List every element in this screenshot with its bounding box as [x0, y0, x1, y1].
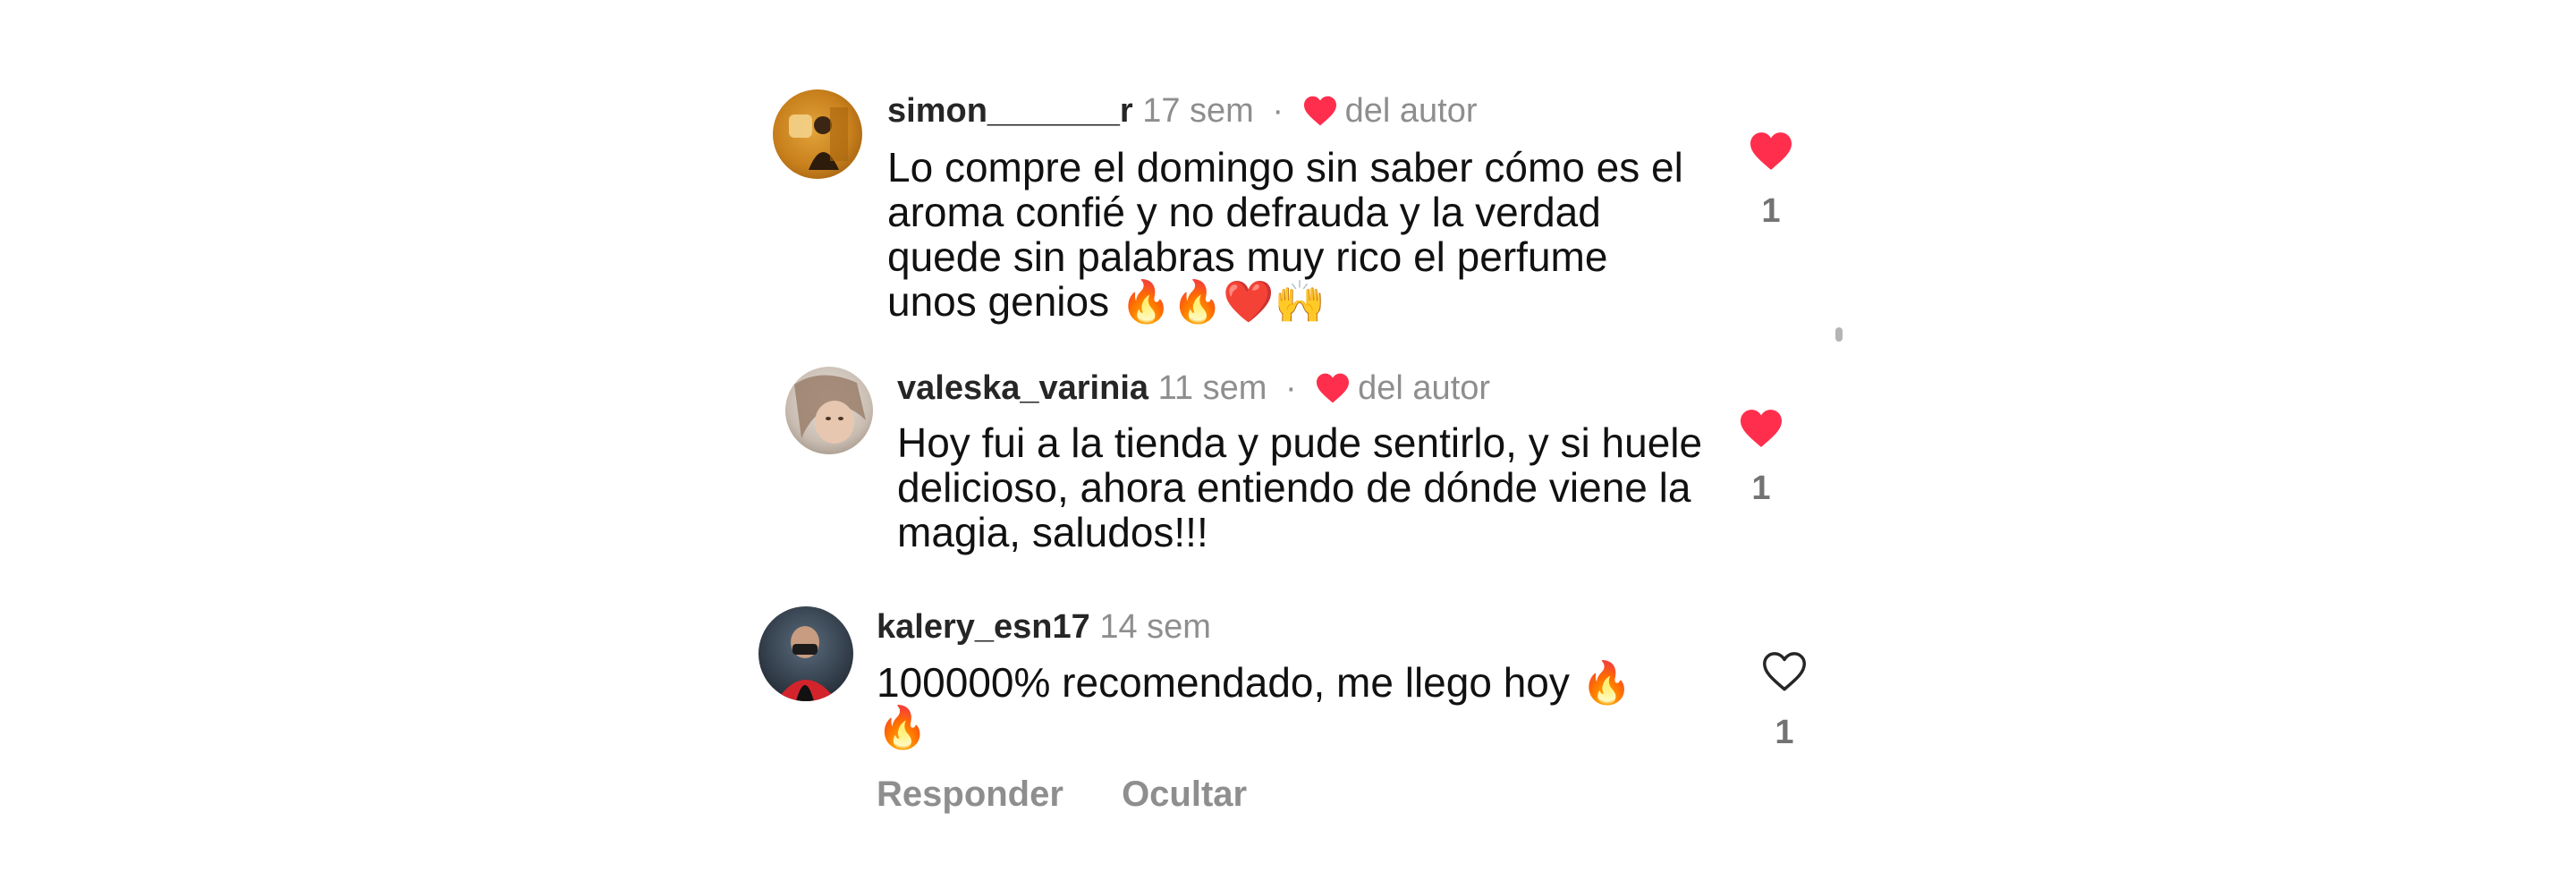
like-count: 1 — [1775, 714, 1794, 751]
comment-time: 11 sem — [1157, 369, 1267, 407]
author-liked-heart-icon — [1303, 96, 1336, 126]
avatar-image — [794, 375, 866, 444]
comment-meta: simon_______r 17 sem · del autor — [887, 90, 1478, 131]
separator-dot: · — [1284, 369, 1297, 407]
like-count: 1 — [1751, 470, 1771, 507]
avatar-image — [789, 107, 848, 170]
avatar-image — [776, 626, 837, 701]
comments-panel: simon_______r 17 sem · del autor Lo comp… — [0, 0, 2576, 872]
hide-button[interactable]: Ocultar — [1122, 775, 1247, 814]
comment-actions: Responder Ocultar — [877, 775, 1295, 815]
username[interactable]: simon_______r — [887, 92, 1133, 130]
reply-button[interactable]: Responder — [877, 775, 1063, 814]
comment-text: 100000% recomendado, me llego hoy 🔥 🔥 — [877, 659, 1632, 750]
like-heart-outline-icon[interactable] — [1760, 650, 1809, 693]
scrollbar-thumb[interactable] — [1835, 327, 1843, 342]
like-count: 1 — [1761, 192, 1781, 230]
username[interactable]: kalery_esn17 — [877, 608, 1090, 646]
author-liked-label: del autor — [1358, 369, 1491, 407]
comment-text: Lo compre el domingo sin saber cómo es e… — [887, 144, 1683, 325]
separator-dot: · — [1272, 92, 1284, 130]
like-column: 1 — [1734, 408, 1788, 506]
avatar[interactable] — [785, 367, 873, 454]
avatar[interactable] — [773, 89, 862, 179]
username[interactable]: valeska_varinia — [897, 369, 1148, 407]
author-liked-label: del autor — [1344, 92, 1478, 130]
like-column: 1 — [1758, 650, 1811, 750]
like-heart-icon[interactable] — [1748, 131, 1794, 172]
avatar[interactable] — [758, 606, 853, 701]
like-column: 1 — [1744, 131, 1798, 229]
comment-meta: kalery_esn17 14 sem — [877, 606, 1211, 648]
comment-meta: valeska_varinia 11 sem · del autor — [897, 368, 1490, 409]
comment-time: 17 sem — [1142, 92, 1254, 130]
like-heart-icon[interactable] — [1738, 408, 1784, 449]
comment-time: 14 sem — [1099, 608, 1211, 646]
comment-text: Hoy fui a la tienda y pude sentirlo, y s… — [897, 419, 1703, 555]
author-liked-heart-icon — [1317, 373, 1350, 403]
